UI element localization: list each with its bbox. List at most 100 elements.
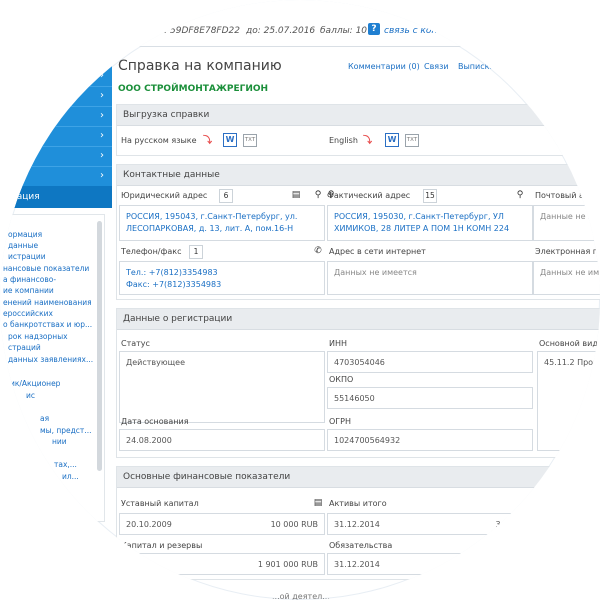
nav-item[interactable]: ормация	[8, 230, 42, 239]
archive-icon[interactable]: ▤	[291, 189, 301, 201]
assets-label: Активы итого	[329, 499, 387, 508]
word-icon[interactable]: W	[223, 133, 237, 147]
scrollbar[interactable]	[97, 221, 102, 471]
nav-item[interactable]: истрации	[8, 252, 46, 261]
okpo-box: 55146050	[327, 387, 533, 409]
map-pin-icon[interactable]: ⚲	[515, 189, 525, 201]
nav-item[interactable]: рок надзорных	[8, 332, 68, 341]
nav-item[interactable]: страций	[8, 343, 41, 352]
page-viewport: ...a: 59DF8E78FD22 до: 25.07.2016 баллы:…	[0, 0, 600, 600]
legal-address-value[interactable]: РОССИЯ, 195043, г.Санкт-Петербург, ул. ЛЕ…	[126, 211, 297, 235]
sidebar-item-3[interactable]: ›	[0, 106, 112, 127]
nav-item[interactable]: данные	[8, 241, 38, 250]
sidebar-item-5[interactable]: ›	[0, 146, 112, 167]
postal-address-label: Почтовый ад	[535, 191, 590, 200]
nav-item[interactable]: ие компании	[3, 286, 54, 295]
nav-item[interactable]: тах,...	[54, 460, 77, 469]
sidebar-item-info-active[interactable]: мация	[0, 186, 112, 208]
links-link[interactable]: Связи	[424, 62, 449, 71]
consult-link[interactable]: связь с консуль...	[384, 26, 467, 36]
phone-icon[interactable]: ✆	[313, 245, 323, 257]
actual-address-label: Фактический адрес	[327, 191, 411, 200]
okved-label: Основной вид д	[539, 339, 600, 348]
actual-address-value[interactable]: РОССИЯ, 195030, г.Санкт-Петербург, УЛ ХИМ…	[334, 211, 509, 235]
section-nav: ормация данные истрации нансовые показат…	[0, 214, 105, 522]
email-label: Электронная по	[535, 247, 600, 256]
status-box: Действующее	[119, 351, 325, 423]
sidebar-item-6[interactable]: ›	[0, 166, 112, 186]
page-title: Справка на компанию	[118, 58, 282, 74]
nav-item[interactable]: ая	[40, 414, 49, 423]
nav-item[interactable]: нии	[52, 437, 67, 446]
sidebar-item-4[interactable]: ›	[0, 126, 112, 147]
nav-item[interactable]: а финансово-	[3, 275, 56, 284]
extract-link[interactable]: Выписк...	[458, 62, 497, 71]
phone-count[interactable]: 1	[189, 245, 203, 259]
liabilities-label: Обязательства	[329, 541, 393, 550]
nav-item[interactable]: о банкротствах и юр...	[3, 320, 92, 329]
chevron-right-icon: ›	[100, 70, 104, 81]
nav-item[interactable]: ис	[26, 391, 35, 400]
actual-address-count[interactable]: 15	[423, 189, 437, 203]
nav-item[interactable]: нансовые показатели	[3, 264, 89, 273]
company-name: ООО СТРОЙМОНТАЖРЕГИОН	[118, 84, 269, 94]
phone-label: Телефон/факс	[121, 247, 182, 256]
sidebar-item-2[interactable]: ы ›	[0, 86, 112, 107]
word-icon[interactable]: W	[385, 133, 399, 147]
pdf-icon[interactable]: ⤵	[363, 133, 377, 146]
ogrn-label: ОГРН	[329, 417, 352, 426]
legal-address-count[interactable]: 6	[219, 189, 233, 203]
contacts-section: Контактные данные Юридический адрес 6 ▤ …	[116, 164, 600, 300]
sidebar-item-1[interactable]: ›	[0, 66, 112, 87]
reserves-label: Капитал и резервы	[121, 541, 203, 550]
section-header: Выгрузка справки	[117, 105, 600, 126]
ogrn-box: 1024700564932	[327, 429, 533, 451]
section-header: Основные финансовые показатели	[117, 467, 600, 488]
next-section-hint: ...ой деятел...	[272, 592, 330, 600]
capital-label: Уставный капитал	[121, 499, 199, 508]
chevron-right-icon: ›	[100, 170, 104, 181]
email-box: Данных не име	[533, 261, 600, 295]
archive-icon[interactable]: ▤	[313, 497, 323, 509]
liabilities-box: 31.12.2014	[327, 553, 533, 575]
legal-address-label: Юридический адрес	[121, 191, 208, 200]
phone-value[interactable]: Тел.: +7(812)3354983 Факс: +7(812)3354983	[126, 267, 221, 291]
inn-box: 4703054046	[327, 351, 533, 373]
nav-item[interactable]: енений наименования	[3, 298, 92, 307]
reserves-box: ...014 1 901 000 RUB	[119, 553, 325, 575]
capital-box: 20.10.2009 10 000 RUB	[119, 513, 325, 535]
until-date: до: 25.07.2016	[246, 26, 316, 36]
chevron-right-icon: ›	[100, 130, 104, 141]
key-text: ...a: 59DF8E78FD22	[150, 26, 240, 36]
nav-item[interactable]: ик/Акционер	[10, 379, 60, 388]
export-de-label: Deut...	[557, 136, 584, 145]
finance-section: Основные финансовые показатели Уставный …	[116, 466, 600, 580]
nav-item[interactable]: мы, предст...	[40, 426, 91, 435]
website-box: Данных не имеется	[327, 261, 533, 295]
comments-link[interactable]: Комментарии (0)	[348, 62, 420, 71]
top-bar: ...a: 59DF8E78FD22 до: 25.07.2016 баллы:…	[0, 0, 600, 47]
txt-icon[interactable]: TXT	[243, 134, 257, 147]
nav-item[interactable]: данных заявлениях...	[8, 355, 93, 364]
chevron-right-icon: ›	[100, 90, 104, 101]
pdf-icon[interactable]: ⤵	[203, 133, 217, 146]
nav-item[interactable]: ил...	[62, 472, 79, 481]
founding-date-box: 24.08.2000	[119, 429, 325, 451]
chevron-right-icon: ›	[100, 110, 104, 121]
export-section: Выгрузка справки На русском языке ⤵ W TX…	[116, 104, 600, 156]
help-icon[interactable]: ?	[368, 23, 380, 35]
map-pin-icon[interactable]: ⚲	[326, 189, 336, 201]
actual-address-box: РОССИЯ, 195030, г.Санкт-Петербург, УЛ ХИМ…	[327, 205, 533, 241]
nav-item[interactable]: ероссийских	[3, 309, 53, 318]
registration-section: Данные о регистрации Статус Действующее …	[116, 308, 600, 458]
phone-box: Тел.: +7(812)3354983 Факс: +7(812)3354983	[119, 261, 325, 295]
legal-address-box: РОССИЯ, 195043, г.Санкт-Петербург, ул. ЛЕ…	[119, 205, 325, 241]
section-header: Данные о регистрации	[117, 309, 600, 330]
okpo-label: ОКПО	[329, 375, 354, 384]
txt-icon[interactable]: TXT	[405, 134, 419, 147]
website-label: Адрес в сети интернет	[329, 247, 426, 256]
map-pin-icon[interactable]: ⚲	[313, 189, 323, 201]
export-ru-label: На русском языке	[121, 136, 197, 145]
founding-date-label: Дата основания	[121, 417, 189, 426]
okved-box: 45.11.2 Произв	[537, 351, 600, 451]
